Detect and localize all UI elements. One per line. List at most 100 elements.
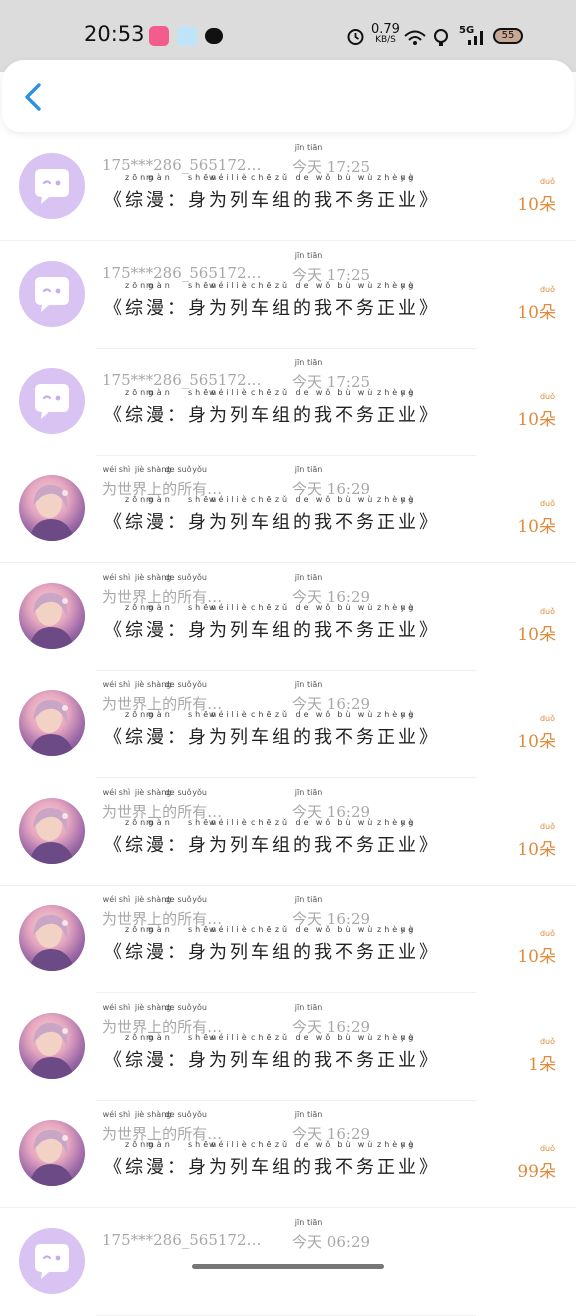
robot-avatar[interactable] bbox=[19, 153, 85, 219]
flower-count: 10朵 duǒ bbox=[517, 929, 556, 967]
battery-icon: 55 bbox=[493, 28, 523, 44]
sender-name: 175***286_565172… bbox=[102, 371, 262, 389]
title-char: 车 chē bbox=[251, 173, 275, 211]
gift-record-row[interactable]: 175***286_565172… 今 jīn 天 tiān 17:25 《综 zōng 漫 m… bbox=[0, 349, 576, 456]
sender-name: 175***286_565172… bbox=[102, 156, 262, 174]
title-char: 漫 màn bbox=[146, 173, 173, 211]
title-char: 为 wéi bbox=[209, 1140, 232, 1178]
mascot-app-icon bbox=[177, 26, 197, 46]
title-char: 身 shēn bbox=[188, 281, 220, 319]
title-char: 综 zōng bbox=[125, 281, 157, 319]
title-char: 不 bù bbox=[335, 925, 356, 963]
title-char: 列 liè bbox=[230, 388, 251, 426]
title-char: 正 zhèng bbox=[377, 818, 417, 856]
title-char: 为 wéi bbox=[209, 281, 232, 319]
title-char: 业 yè bbox=[398, 925, 419, 963]
title-char: 为 wéi bbox=[209, 388, 232, 426]
book-title: 《综 zōng 漫 màn ：身 shēn 为 wéi 列 liè 车 chē 组 zǔ 的 de 我 wǒ 不 bù… bbox=[104, 710, 440, 748]
title-char: 务 wù bbox=[356, 495, 377, 533]
title-char: 务 wù bbox=[356, 925, 377, 963]
title-char: 不 bù bbox=[335, 603, 356, 641]
robot-avatar[interactable] bbox=[19, 368, 85, 434]
robot-avatar[interactable] bbox=[19, 261, 85, 327]
title-char: 为 wéi bbox=[209, 1033, 232, 1071]
title-char: 车 chē bbox=[251, 495, 275, 533]
alarm-icon bbox=[347, 29, 364, 45]
title-char: 车 chē bbox=[251, 710, 275, 748]
title-char: 综 zōng bbox=[125, 710, 157, 748]
gift-record-row[interactable]: 为 wéi 世 shì 界 jiè 上 shàng 的 de 所 suǒ 有 yǒu… 今 jīn 天 tiān … bbox=[0, 671, 576, 778]
gift-record-row[interactable]: 为 wéi 世 shì 界 jiè 上 shàng 的 de 所 suǒ 有 yǒu… 今 jīn 天 tiān … bbox=[0, 886, 576, 993]
title-char: 我 wǒ bbox=[314, 818, 335, 856]
title-char: 车 chē bbox=[251, 818, 275, 856]
title-char: 的 de bbox=[293, 818, 314, 856]
title-char: 的 de bbox=[293, 1033, 314, 1071]
title-char: 列 liè bbox=[230, 1140, 251, 1178]
gift-record-row[interactable]: 175***286_565172… 今 jīn 天 tiān 17:25 《综 zōng 漫 m… bbox=[0, 134, 576, 241]
network-speed: 0.79 KB/S bbox=[371, 23, 400, 46]
sender-name-char: 为 wéi bbox=[102, 573, 118, 606]
title-char: 组 zǔ bbox=[272, 1033, 293, 1071]
bilibili-app-icon bbox=[149, 26, 169, 46]
flower-count: 10朵 duǒ bbox=[517, 714, 556, 752]
gift-record-row[interactable]: 为 wéi 世 shì 界 jiè 上 shàng 的 de 所 suǒ 有 yǒu… 今 jīn 天 tiān … bbox=[0, 994, 576, 1101]
title-char: 列 liè bbox=[230, 710, 251, 748]
title-char: 身 shēn bbox=[188, 1140, 220, 1178]
title-char: 务 wù bbox=[356, 1140, 377, 1178]
gift-record-row[interactable]: 175***286_565172… 今 jīn 天 tiān 17:25 《综 zōng 漫 m… bbox=[0, 242, 576, 349]
title-char: 车 chē bbox=[251, 925, 275, 963]
gift-record-row[interactable]: 为 wéi 世 shì 界 jiè 上 shàng 的 de 所 suǒ 有 yǒu… 今 jīn 天 tiān … bbox=[0, 779, 576, 886]
unit-char: 朵 duǒ bbox=[539, 285, 556, 323]
unit-char: 朵 duǒ bbox=[539, 177, 556, 215]
title-char: 综 zōng bbox=[125, 173, 157, 211]
title-char: 车 chē bbox=[251, 603, 275, 641]
title-char: 务 wù bbox=[356, 173, 377, 211]
title-char: 我 wǒ bbox=[314, 281, 335, 319]
book-title: 《综 zōng 漫 màn ：身 shēn 为 wéi 列 liè 车 chē 组 zǔ 的 de 我 wǒ 不 bù… bbox=[104, 603, 440, 641]
row-divider bbox=[0, 1207, 576, 1208]
title-char: 漫 màn bbox=[146, 603, 173, 641]
unit-char: 朵 duǒ bbox=[539, 1144, 556, 1182]
title-char: 组 zǔ bbox=[272, 388, 293, 426]
anime-girl-image bbox=[29, 914, 75, 971]
anime-girl-image bbox=[29, 699, 75, 756]
user-avatar[interactable] bbox=[19, 583, 85, 649]
home-indicator[interactable] bbox=[192, 1264, 384, 1269]
gift-record-row[interactable]: 175***286_565172… 今 jīn 天 tiān 06:29 bbox=[0, 1209, 576, 1316]
gift-record-list: 175***286_565172… 今 jīn 天 tiān 17:25 《综 zōng 漫 m… bbox=[0, 134, 576, 1316]
title-char: 综 zōng bbox=[125, 818, 157, 856]
title-char: 漫 màn bbox=[146, 1140, 173, 1178]
user-avatar[interactable] bbox=[19, 1120, 85, 1186]
title-char: 列 liè bbox=[230, 818, 251, 856]
title-char: 组 zǔ bbox=[272, 710, 293, 748]
title-char: 正 zhèng bbox=[377, 603, 417, 641]
gift-record-row[interactable]: 为 wéi 世 shì 界 jiè 上 shàng 的 de 所 suǒ 有 yǒu… 今 jīn 天 tiān … bbox=[0, 564, 576, 671]
chevron-left-icon[interactable] bbox=[20, 82, 46, 112]
title-char: 车 chē bbox=[251, 1033, 275, 1071]
title-char: 列 liè bbox=[230, 495, 251, 533]
title-char: 我 wǒ bbox=[314, 495, 335, 533]
gift-record-row[interactable]: 为 wéi 世 shì 界 jiè 上 shàng 的 de 所 suǒ 有 yǒu… 今 jīn 天 tiān … bbox=[0, 456, 576, 563]
title-char: 列 liè bbox=[230, 1033, 251, 1071]
title-char: 为 wéi bbox=[209, 925, 232, 963]
status-time: 20:53 bbox=[84, 22, 145, 46]
title-char: 不 bù bbox=[335, 1033, 356, 1071]
robot-avatar[interactable] bbox=[19, 1228, 85, 1294]
unit-char: 朵 duǒ bbox=[539, 499, 556, 537]
user-avatar[interactable] bbox=[19, 905, 85, 971]
user-avatar[interactable] bbox=[19, 798, 85, 864]
title-char: 身 shēn bbox=[188, 603, 220, 641]
title-char: 不 bù bbox=[335, 388, 356, 426]
title-char: 业 yè bbox=[398, 495, 419, 533]
user-avatar[interactable] bbox=[19, 475, 85, 541]
user-avatar[interactable] bbox=[19, 1013, 85, 1079]
sender-name: 175***286_565172… bbox=[102, 264, 262, 282]
title-char: 不 bù bbox=[335, 281, 356, 319]
gift-record-row[interactable]: 为 wéi 世 shì 界 jiè 上 shàng 的 de 所 suǒ 有 yǒu… 今 jīn 天 tiān … bbox=[0, 1101, 576, 1208]
sender-name-char: 为 wéi bbox=[102, 1110, 118, 1143]
chat-bubble-icon bbox=[35, 277, 69, 312]
user-avatar[interactable] bbox=[19, 690, 85, 756]
title-char: 列 liè bbox=[230, 925, 251, 963]
time-word-char: 今 jīn bbox=[292, 1218, 308, 1251]
send-time: 今 jīn 天 tiān 06:29 bbox=[292, 1218, 371, 1251]
